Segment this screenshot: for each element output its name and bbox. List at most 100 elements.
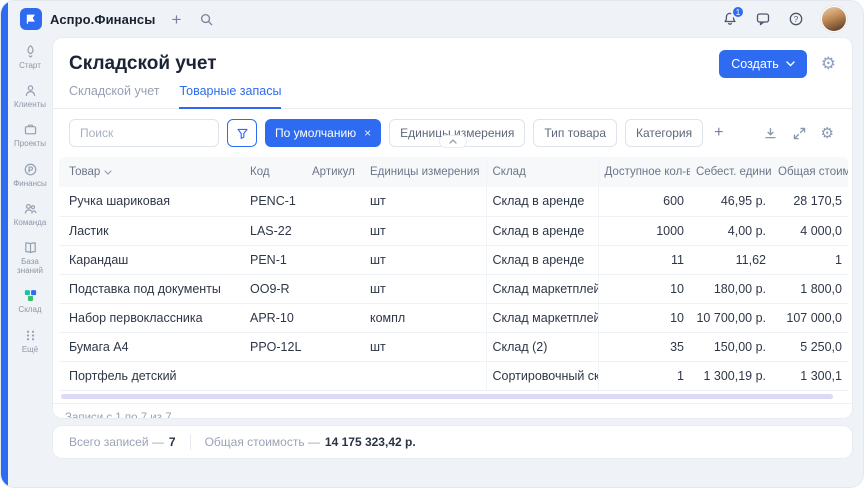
cell-qty: 1	[598, 361, 690, 390]
records-count: Записи с 1 по 7 из 7	[53, 403, 852, 420]
quick-add-button[interactable]: +	[171, 11, 181, 28]
total-cost-value: 14 175 323,42 р.	[325, 435, 416, 449]
cell-product: Ластик	[59, 216, 244, 245]
sidebar-item-start[interactable]: Старт	[9, 41, 51, 73]
cell-article	[306, 216, 364, 245]
total-records-label: Всего записей —	[69, 435, 164, 449]
column-header-available-qty: Доступное кол-во	[598, 157, 690, 187]
help-icon: ?	[788, 11, 804, 27]
cell-qty: 35	[598, 332, 690, 361]
cell-code: LAS-22	[244, 216, 306, 245]
app-name: Аспро.Финансы	[50, 12, 155, 27]
search-input[interactable]	[69, 119, 219, 147]
column-header-unit-cost: Себест. единицы	[690, 157, 772, 187]
messenger-button[interactable]	[755, 11, 771, 27]
sidebar-item-projects[interactable]: Проекты	[9, 119, 51, 151]
briefcase-icon	[23, 122, 38, 137]
cell-unit-cost: 10 700,00 р.	[690, 303, 772, 332]
horizontal-scrollbar[interactable]	[61, 394, 833, 399]
table-row[interactable]: Ластик LAS-22 шт Склад в аренде 1000 4,0…	[59, 216, 848, 245]
cell-unit-cost: 1 300,19 р.	[690, 361, 772, 390]
total-cost-label: Общая стоимость —	[205, 435, 320, 449]
filter-chip-category[interactable]: Категория	[625, 119, 703, 147]
notifications-button[interactable]: 1	[722, 11, 738, 27]
cell-warehouse: Склад в аренде	[486, 245, 598, 274]
cell-total: 1	[772, 245, 848, 274]
cell-unit: шт	[364, 216, 486, 245]
table-settings-gear-icon[interactable]: ⚙	[821, 126, 834, 141]
table-row[interactable]: Подставка под документы OO9-R шт Склад м…	[59, 274, 848, 303]
cell-article	[306, 332, 364, 361]
sidebar-item-finance[interactable]: Финансы	[9, 159, 51, 191]
column-header-code: Код	[244, 157, 306, 187]
cell-unit: компл	[364, 303, 486, 332]
chevron-down-icon	[786, 61, 795, 67]
main-panel: Складской учет Создать ⚙ Складской учет …	[52, 37, 853, 419]
help-button[interactable]: ?	[788, 11, 804, 27]
filter-button[interactable]	[227, 119, 257, 147]
cell-product: Ручка шариковая	[59, 187, 244, 216]
cell-unit	[364, 361, 486, 390]
sidebar-label: Команда	[14, 218, 47, 227]
svg-text:?: ?	[794, 15, 799, 24]
cell-product: Подставка под документы	[59, 274, 244, 303]
cell-unit-cost: 150,00 р.	[690, 332, 772, 361]
table-row[interactable]: Карандаш PEN-1 шт Склад в аренде 11 11,6…	[59, 245, 848, 274]
global-search-icon[interactable]	[199, 12, 214, 27]
table-row[interactable]: Портфель детский Сортировочный скла 1 1 …	[59, 361, 848, 390]
notification-badge: 1	[731, 5, 745, 19]
cell-article	[306, 303, 364, 332]
total-records: Всего записей — 7	[69, 435, 176, 449]
filter-chip-product-type[interactable]: Тип товара	[533, 119, 617, 147]
cell-warehouse: Склад (2)	[486, 332, 598, 361]
cell-total: 5 250,0	[772, 332, 848, 361]
create-button[interactable]: Создать	[719, 50, 807, 78]
sidebar-label: Проекты	[14, 139, 46, 148]
column-header-warehouse: Склад	[486, 157, 598, 187]
default-filter-label: По умолчанию	[275, 126, 356, 140]
page-settings-gear-icon[interactable]: ⚙	[821, 56, 836, 73]
sidebar-item-knowledge-base[interactable]: База знаний	[9, 237, 51, 278]
tab-warehouse-accounting[interactable]: Складской учет	[69, 84, 159, 108]
user-avatar[interactable]	[821, 6, 847, 32]
topbar: Аспро.Финансы + 1	[8, 1, 863, 37]
people-icon	[23, 201, 38, 216]
tab-inventory[interactable]: Товарные запасы	[179, 84, 281, 109]
create-button-label: Создать	[731, 57, 779, 71]
funnel-icon	[236, 127, 249, 140]
sidebar-item-more[interactable]: Ещё	[9, 325, 51, 357]
column-label: Товар	[69, 166, 100, 178]
add-filter-button[interactable]: +	[714, 125, 723, 141]
cell-unit-cost: 11,62	[690, 245, 772, 274]
app-logo[interactable]	[20, 8, 42, 30]
sidebar-item-team[interactable]: Команда	[9, 198, 51, 230]
cell-product: Карандаш	[59, 245, 244, 274]
cell-warehouse: Сортировочный скла	[486, 361, 598, 390]
sort-chevron-icon	[104, 170, 112, 175]
sidebar-item-warehouse[interactable]: Склад	[9, 285, 51, 317]
cell-article	[306, 187, 364, 216]
expand-icon[interactable]	[792, 126, 807, 141]
sidebar-item-clients[interactable]: Клиенты	[9, 80, 51, 112]
cell-warehouse: Склад в аренде	[486, 216, 598, 245]
cell-article	[306, 245, 364, 274]
cell-product: Бумага А4	[59, 332, 244, 361]
cell-total: 28 170,5	[772, 187, 848, 216]
table-row[interactable]: Набор первоклассника APR-10 компл Склад …	[59, 303, 848, 332]
download-icon[interactable]	[763, 126, 778, 141]
collapse-filters-button[interactable]	[439, 135, 467, 148]
sidebar-label: Финансы	[13, 179, 47, 188]
cell-total: 1 300,1	[772, 361, 848, 390]
clear-filter-icon[interactable]: ×	[364, 127, 371, 139]
coin-icon	[23, 162, 38, 177]
more-dots-icon	[23, 328, 38, 343]
column-header-units: Единицы измерения	[364, 157, 486, 187]
column-header-product[interactable]: Товар	[59, 157, 244, 187]
default-filter-pill[interactable]: По умолчанию ×	[265, 119, 381, 147]
logo-flag-icon	[24, 12, 38, 26]
tab-bar: Складской учет Товарные запасы	[53, 78, 852, 109]
table-row[interactable]: Бумага А4 PPO-12L шт Склад (2) 35 150,00…	[59, 332, 848, 361]
table-row[interactable]: Ручка шариковая PENC-1 шт Склад в аренде…	[59, 187, 848, 216]
inventory-table: Товар Код Артикул Единицы измерения Скла…	[59, 157, 846, 391]
cell-warehouse: Склад в аренде	[486, 187, 598, 216]
